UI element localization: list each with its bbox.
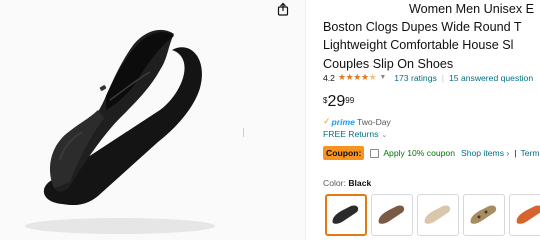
answered-questions-link[interactable]: 15 answered question (449, 73, 533, 83)
price-whole: 29 (327, 93, 346, 110)
free-returns-link[interactable]: FREE Returns ⌄ (323, 129, 387, 139)
color-selector-label: Color: Black (323, 178, 371, 188)
share-icon[interactable] (276, 2, 290, 16)
rating-row: 4.2 ★★★★★ ▼ 173 ratings | 15 answered qu… (323, 72, 533, 83)
chevron-down-icon[interactable]: ▼ (379, 74, 386, 81)
price-fraction: 99 (345, 96, 355, 105)
title-line-2: Boston Clogs Dupes Wide Round T (323, 20, 522, 35)
coupon-badge: Coupon: (323, 146, 365, 160)
rating-value: 4.2 (323, 72, 335, 83)
image-tick-mark (243, 128, 244, 137)
swatch-brown[interactable] (371, 194, 413, 236)
color-swatches (325, 194, 540, 236)
prime-logo: prime (331, 116, 355, 127)
stars-full: ★★★★ (337, 72, 369, 82)
chevron-down-icon: ⌄ (381, 132, 388, 139)
swatch-black[interactable] (325, 194, 367, 236)
product-title[interactable]: Women Men Unisex E Boston Clogs Dupes Wi… (323, 0, 540, 73)
title-line-1: Women Men Unisex E (409, 2, 535, 16)
coupon-checkbox[interactable] (370, 148, 380, 158)
swatch-orange[interactable] (509, 194, 540, 236)
separator: | (514, 148, 517, 158)
coupon-row: Coupon: Apply 10% coupon Shop items › | … (323, 146, 540, 160)
free-returns-label: FREE Returns (323, 129, 379, 139)
terms-link[interactable]: Terms (520, 148, 540, 158)
ratings-link[interactable]: 173 ratings (394, 73, 437, 83)
delivery-speed: Two-Day (356, 116, 391, 127)
color-value: Black (348, 178, 372, 188)
color-label: Color: (323, 178, 346, 188)
star-half-icon: ★ (368, 72, 377, 82)
swatch-leopard[interactable] (463, 194, 505, 236)
prime-row: ✓ prime Two-Day (323, 116, 391, 127)
swatch-beige[interactable] (417, 194, 459, 236)
prime-check-icon: ✓ (323, 116, 331, 126)
star-rating[interactable]: ★★★★★ (337, 72, 377, 83)
title-line-4: Couples Slip On Shoes (323, 56, 454, 71)
pane-divider (305, 0, 306, 240)
clog-product-image[interactable] (0, 0, 305, 240)
product-image-pane[interactable] (0, 0, 305, 240)
shop-items-link[interactable]: Shop items › (461, 148, 509, 158)
product-info-pane: Women Men Unisex E Boston Clogs Dupes Wi… (323, 0, 540, 240)
apply-coupon-label[interactable]: Apply 10% coupon (383, 148, 455, 158)
separator: | (441, 72, 445, 83)
price: $ 29 99 (323, 94, 354, 110)
title-line-3: Lightweight Comfortable House Sl (323, 38, 514, 53)
